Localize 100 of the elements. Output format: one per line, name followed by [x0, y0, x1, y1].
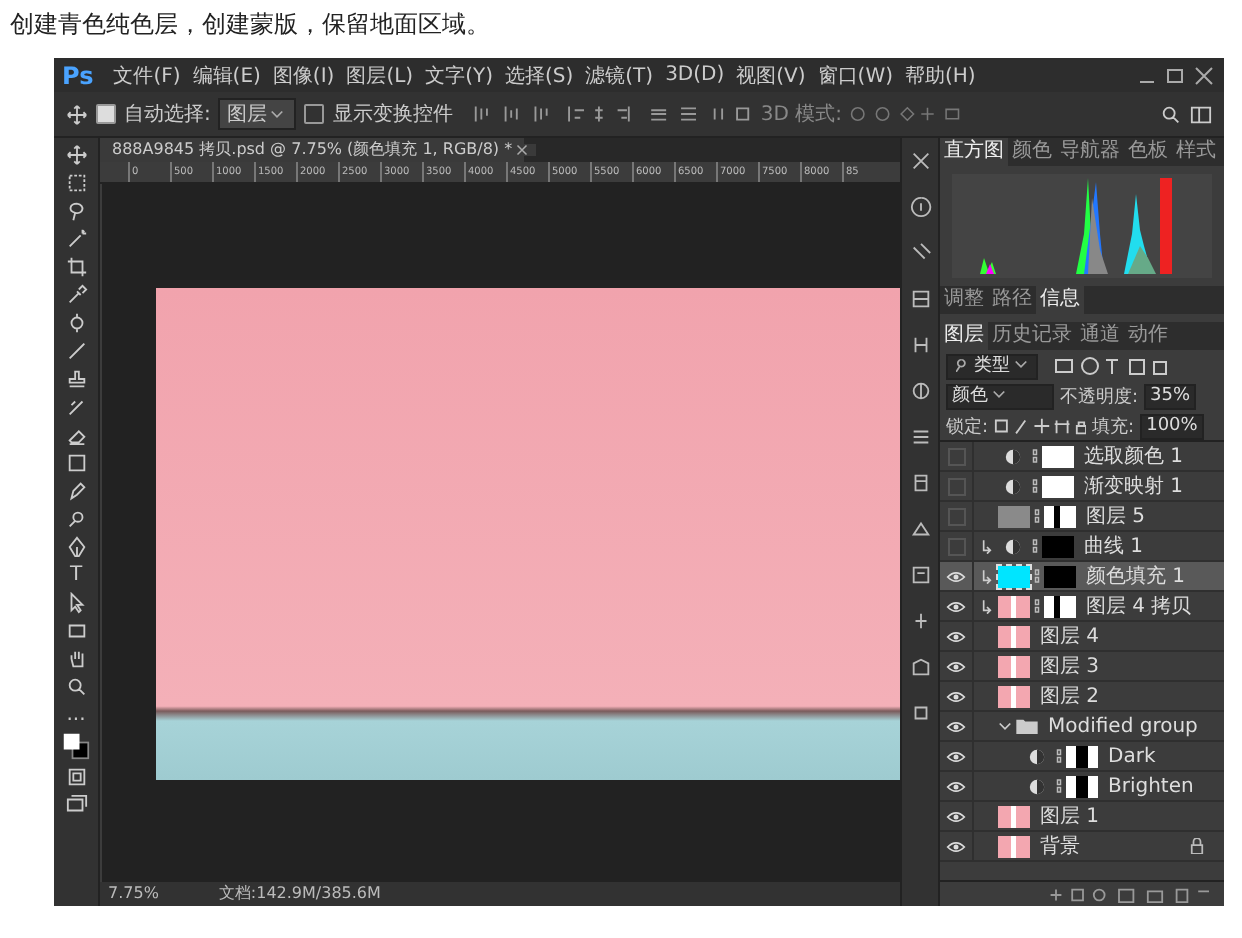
panel-shortcut-icon[interactable]	[909, 380, 931, 402]
panel-tab[interactable]: 导航器	[1056, 138, 1124, 166]
layer-row[interactable]: 渐变映射 1	[940, 472, 1224, 502]
panel-tab[interactable]: 样式	[1172, 138, 1220, 166]
menu-item[interactable]: 帮助(H)	[905, 61, 976, 89]
panel-tab[interactable]: 历史记录	[988, 322, 1076, 350]
tool-text-icon[interactable]: T	[69, 564, 83, 586]
tool-brush-icon[interactable]	[65, 340, 87, 362]
auto-select-checkbox[interactable]	[96, 104, 116, 124]
fill-field[interactable]: 100%	[1140, 413, 1204, 439]
panel-shortcut-icon[interactable]	[909, 150, 931, 172]
layer-row[interactable]: Dark	[940, 742, 1224, 772]
eye-icon[interactable]	[946, 599, 966, 613]
layer-row[interactable]: 图层 4 拷贝	[940, 592, 1224, 622]
panel-tab[interactable]: 通道	[1076, 322, 1124, 350]
window-controls-icon[interactable]	[1136, 65, 1216, 85]
layer-filter-dropdown[interactable]: 类型	[946, 353, 1038, 379]
panel-shortcut-icon[interactable]	[909, 656, 931, 678]
layer-row[interactable]: 图层 4	[940, 622, 1224, 652]
tool-eyedropper-icon[interactable]	[65, 284, 87, 306]
eye-icon[interactable]	[946, 809, 966, 823]
workspace-icon[interactable]	[1190, 103, 1212, 125]
menu-item[interactable]: 视图(V)	[736, 61, 806, 89]
layer-row[interactable]: 背景	[940, 832, 1224, 862]
menu-item[interactable]: 文件(F)	[113, 61, 181, 89]
visibility-toggle[interactable]	[947, 537, 965, 555]
panel-tab[interactable]: 颜色	[1008, 138, 1056, 166]
eye-icon[interactable]	[946, 779, 966, 793]
panel-shortcut-icon[interactable]	[909, 702, 931, 724]
eye-icon[interactable]	[946, 629, 966, 643]
eye-icon[interactable]	[946, 749, 966, 763]
opacity-field[interactable]: 35%	[1144, 383, 1197, 409]
visibility-toggle[interactable]	[947, 477, 965, 495]
tool-heal-icon[interactable]	[65, 312, 87, 334]
panel-tab[interactable]: 路径	[988, 286, 1036, 314]
layer-row[interactable]: 图层 3	[940, 652, 1224, 682]
align-buttons-icon[interactable]	[472, 104, 753, 124]
eye-icon[interactable]	[946, 659, 966, 673]
caret-icon[interactable]	[998, 719, 1012, 733]
panel-tab[interactable]: 图层	[940, 322, 988, 350]
menu-item[interactable]: 窗口(W)	[817, 61, 893, 89]
eye-icon[interactable]	[946, 839, 966, 853]
tool-more-icon[interactable]: ...	[66, 704, 86, 726]
lock-options-icon[interactable]	[994, 416, 1087, 436]
panel-tab[interactable]: 直方图	[940, 138, 1008, 166]
tool-quickmask-icon[interactable]	[65, 766, 87, 788]
document-tab[interactable]: 888A9845 拷贝.psd @ 7.75% (颜色填充 1, RGB/8) *	[100, 138, 525, 162]
eye-icon[interactable]	[946, 569, 966, 583]
layer-row[interactable]: 选取颜色 1	[940, 442, 1224, 472]
tool-marquee-icon[interactable]	[65, 172, 87, 194]
panel-tab[interactable]: 色板	[1124, 138, 1172, 166]
tool-eraser-icon[interactable]	[65, 424, 87, 446]
eye-icon[interactable]	[946, 689, 966, 703]
tool-select-icon[interactable]	[65, 592, 87, 614]
layer-row[interactable]: Modified group	[940, 712, 1224, 742]
close-icon[interactable]	[516, 144, 537, 156]
panel-shortcut-icon[interactable]	[909, 242, 931, 264]
tool-crop-icon[interactable]	[65, 256, 87, 278]
canvas-area[interactable]	[104, 184, 900, 882]
tool-zoom-icon[interactable]	[65, 676, 87, 698]
target-dropdown[interactable]: 图层	[218, 98, 297, 130]
visibility-toggle[interactable]	[947, 507, 965, 525]
menu-item[interactable]: 选择(S)	[504, 61, 574, 89]
menu-item[interactable]: 文字(Y)	[425, 61, 493, 89]
panel-tab[interactable]: 动作	[1124, 322, 1172, 350]
zoom-level[interactable]: 7.75%	[108, 882, 159, 906]
transform-controls-checkbox[interactable]	[304, 104, 325, 124]
tool-wand-icon[interactable]	[65, 228, 87, 250]
tool-smudge-icon[interactable]	[65, 480, 87, 502]
panel-tab[interactable]: 调整	[940, 286, 988, 314]
visibility-toggle[interactable]	[947, 447, 965, 465]
panel-shortcut-icon[interactable]	[909, 518, 931, 540]
search-icon[interactable]	[1160, 103, 1182, 125]
panel-shortcut-icon[interactable]	[909, 426, 931, 448]
tool-shape-icon[interactable]	[65, 620, 87, 642]
tool-stamp-icon[interactable]	[65, 368, 87, 390]
tool-hand-icon[interactable]	[65, 648, 87, 670]
panel-shortcut-icon[interactable]	[909, 472, 931, 494]
tool-move-icon[interactable]	[65, 144, 87, 166]
blend-mode-dropdown[interactable]: 颜色	[946, 383, 1054, 409]
tool-gradient-icon[interactable]	[65, 452, 87, 474]
tool-lasso-icon[interactable]	[65, 200, 87, 222]
menu-item[interactable]: 滤镜(T)	[585, 61, 654, 89]
menu-item[interactable]: 编辑(E)	[192, 61, 261, 89]
layer-row[interactable]: 颜色填充 1	[940, 562, 1224, 592]
panel-shortcut-icon[interactable]	[909, 288, 931, 310]
layer-row[interactable]: 图层 2	[940, 682, 1224, 712]
layer-row[interactable]: Brighten	[940, 772, 1224, 802]
eye-icon[interactable]	[946, 719, 966, 733]
panel-shortcut-icon[interactable]	[909, 564, 931, 586]
panel-shortcut-icon[interactable]	[909, 334, 931, 356]
menu-item[interactable]: 3D(D)	[665, 64, 725, 86]
layer-row[interactable]: 图层 1	[940, 802, 1224, 832]
color-swatch-icon[interactable]	[62, 732, 90, 760]
menu-item[interactable]: 图层(L)	[346, 61, 414, 89]
layer-row[interactable]: 图层 5	[940, 502, 1224, 532]
tool-pen-icon[interactable]	[65, 536, 87, 558]
move-tool-icon[interactable]	[66, 103, 88, 125]
panel-tab[interactable]: 信息	[1036, 286, 1084, 314]
menu-item[interactable]: 图像(I)	[272, 61, 335, 89]
